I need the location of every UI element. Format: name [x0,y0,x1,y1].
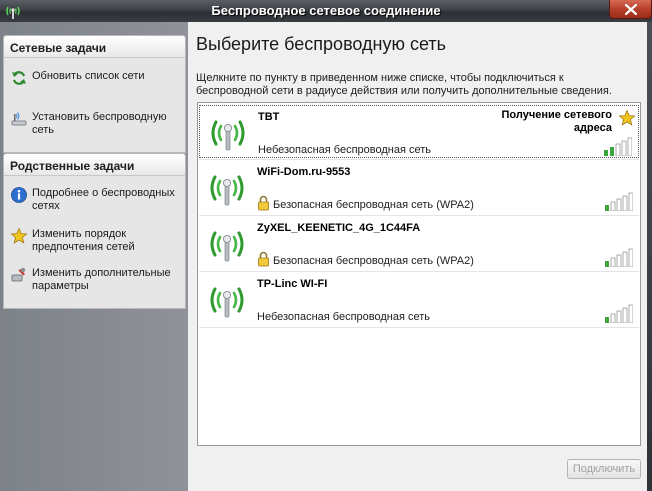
network-list[interactable]: TBT Получение сетевого адреса Небезопасн… [197,102,641,446]
title-bar[interactable]: Беспроводное сетевое соединение [0,0,652,22]
list-separator [199,271,639,272]
network-item-tbt[interactable]: TBT Получение сетевого адреса Небезопасн… [199,105,639,158]
task-refresh-network-list[interactable]: Обновить список сети [4,69,185,89]
close-button[interactable] [609,0,652,19]
wireless-antenna-icon [210,287,244,318]
page-title: Выберите беспроводную сеть [196,34,447,54]
network-security: Безопасная беспроводная сеть (WPA2) [273,255,474,267]
network-ssid: WiFi-Dom.ru-9553 [257,166,351,178]
network-security: Небезопасная беспроводная сеть [257,311,431,323]
refresh-icon [12,71,26,85]
network-tasks-group: Сетевые задачи Обновить список сети Уста… [3,35,186,153]
lock-icon [258,195,269,211]
signal-strength-icon [605,304,633,323]
network-status: Получение сетевого адреса [501,109,612,134]
task-setup-wireless-network[interactable]: Установить беспроводную сеть [4,110,185,138]
info-icon [11,187,27,203]
window-title: Беспроводное сетевое соединение [211,3,441,18]
close-icon [625,4,637,15]
lock-icon [258,251,269,267]
list-separator [199,215,639,216]
task-pane: Сетевые задачи Обновить список сети Уста… [0,22,188,491]
task-label: Обновить список сети [32,70,145,82]
network-ssid: TBT [258,111,280,123]
wireless-antenna-icon [211,120,245,151]
signal-strength-icon [605,248,633,267]
connect-button[interactable]: Подключить [567,459,641,479]
instructions-text: Щелкните по пункту в приведенном ниже сп… [196,72,612,97]
task-learn-about-wireless[interactable]: Подробнее о беспроводных сетях [4,186,185,214]
wireless-connection-window: Беспроводное сетевое соединение Сетевые … [0,0,652,491]
related-tasks-header: Родственные задачи [4,154,185,176]
task-label: Изменить порядок предпочтения сетей [32,228,135,253]
task-change-advanced-settings[interactable]: Изменить дополнительные параметры [4,266,185,294]
network-ssid: TP-Linc WI-FI [257,278,328,290]
signal-strength-icon [605,192,633,211]
network-security: Небезопасная беспроводная сеть [258,144,432,156]
main-pane: Выберите беспроводную сеть Щелкните по п… [188,22,647,491]
wireless-antenna-icon [210,175,244,206]
network-ssid: ZyXEL_KEENETIC_4G_1C44FA [257,222,421,234]
related-tasks-group: Родственные задачи Подробнее о беспровод… [3,153,186,309]
list-separator [199,327,639,328]
settings-icon [11,267,26,282]
signal-strength-icon [604,137,632,156]
network-item-wifi-dom[interactable]: WiFi-Dom.ru-9553 Безопасная беспроводная… [199,161,639,214]
wireless-setup-icon [11,112,27,126]
task-label: Установить беспроводную сеть [32,111,167,136]
list-separator [199,159,639,160]
network-tasks-header: Сетевые задачи [4,36,185,58]
network-item-tp-linc[interactable]: TP-Linc WI-FI Небезопасная беспроводная … [199,273,639,326]
preferred-star-icon [618,109,636,126]
task-label: Подробнее о беспроводных сетях [32,187,175,212]
wireless-antenna-icon [210,231,244,262]
task-change-network-order[interactable]: Изменить порядок предпочтения сетей [4,227,185,255]
network-security: Безопасная беспроводная сеть (WPA2) [273,199,474,211]
star-icon [10,227,28,244]
task-label: Изменить дополнительные параметры [32,267,171,292]
network-item-zyxel[interactable]: ZyXEL_KEENETIC_4G_1C44FA Безопасная бесп… [199,217,639,270]
